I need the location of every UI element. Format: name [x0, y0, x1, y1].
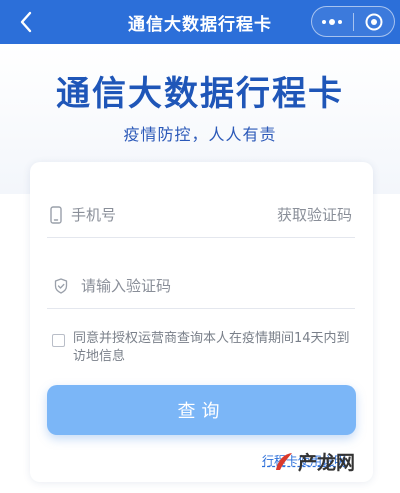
phone-icon: [49, 203, 63, 227]
watermark-logo: 产龙网: [272, 448, 355, 475]
mini-program-capsule: [311, 6, 395, 37]
more-button[interactable]: [312, 7, 353, 36]
page-title: 通信大数据行程卡: [56, 74, 344, 114]
watermark-text: 产龙网: [298, 452, 356, 474]
agreement-row: 同意并授权运营商查询本人在疫情期间14天内到访地信息: [52, 330, 362, 366]
shield-icon: [49, 274, 73, 298]
target-circle-icon: [365, 13, 383, 30]
code-input[interactable]: [81, 263, 355, 308]
chevron-left-icon: [20, 11, 32, 33]
phone-field-row: 获取验证码: [47, 192, 355, 238]
page-subtitle: 疫情防控，人人有责: [123, 125, 277, 144]
back-button[interactable]: [10, 6, 42, 38]
more-dots-icon: [322, 18, 343, 25]
code-field-row: [47, 263, 355, 309]
get-code-button[interactable]: 获取验证码: [277, 204, 352, 225]
close-miniprogram-button[interactable]: [354, 7, 395, 36]
agreement-text: 同意并授权运营商查询本人在疫情期间14天内到访地信息: [73, 331, 350, 364]
agreement-checkbox[interactable]: [52, 334, 65, 347]
top-navbar: 通信大数据行程卡: [0, 0, 400, 44]
nav-title: 通信大数据行程卡: [128, 14, 272, 35]
watermark-mark-icon: [276, 452, 292, 470]
query-button[interactable]: 查询: [47, 385, 356, 435]
phone-input[interactable]: [71, 192, 265, 237]
